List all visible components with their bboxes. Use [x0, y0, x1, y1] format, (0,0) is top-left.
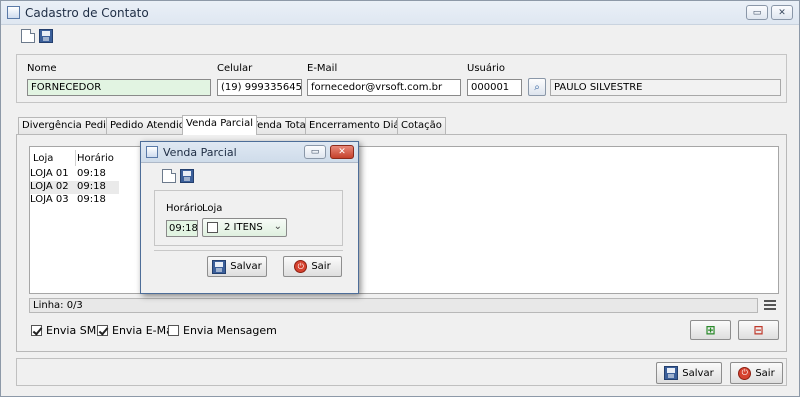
column-header-loja[interactable]: Loja [33, 153, 53, 164]
envia-sms-checkbox[interactable]: Envia SMS [31, 324, 103, 337]
remove-row-button[interactable]: ⊟ [738, 320, 779, 340]
checkbox-unchecked-icon [168, 325, 179, 336]
title-bar: Cadastro de Contato ▭ ✕ [1, 1, 799, 25]
tab-venda-parcial[interactable]: Venda Parcial [182, 115, 257, 135]
dialog-sair-label: Sair [311, 261, 331, 272]
save-icon [664, 366, 679, 380]
header-divider [75, 150, 76, 166]
close-icon: ✕ [778, 7, 786, 18]
checkbox-checked-icon [31, 325, 42, 336]
email-label: E-Mail [307, 63, 338, 74]
usuario-code-field[interactable]: 000001 [467, 79, 522, 96]
close-button[interactable]: ✕ [771, 5, 793, 20]
table-row[interactable]: LOJA 01 09:18 [30, 168, 119, 181]
close-icon: ✕ [338, 147, 346, 157]
salvar-button[interactable]: Salvar [656, 362, 722, 384]
usuario-name-field: PAULO SILVESTRE [550, 79, 781, 96]
table-row[interactable]: LOJA 02 09:18 [30, 181, 119, 194]
window-title: Cadastro de Contato [25, 6, 149, 20]
venda-parcial-dialog: Venda Parcial ▭ ✕ Horário Loja 09:18 2 I… [140, 141, 359, 294]
dialog-title-bar: Venda Parcial ▭ ✕ [141, 142, 358, 163]
checkbox-checked-icon [97, 325, 108, 336]
save-icon[interactable] [180, 169, 194, 183]
celular-label: Celular [217, 63, 253, 74]
dialog-close-button[interactable]: ✕ [330, 145, 354, 159]
app-icon [7, 6, 20, 19]
menu-icon[interactable] [764, 300, 776, 311]
loja-dropdown[interactable]: 2 ITENS ⌄ [202, 218, 287, 237]
loja-label: Loja [202, 203, 223, 214]
cell-horario: 09:18 [77, 181, 106, 192]
usuario-label: Usuário [467, 63, 506, 74]
user-search-button[interactable]: ⌕ [528, 78, 546, 96]
remove-document-icon: ⊟ [753, 323, 764, 337]
cell-horario: 09:18 [77, 194, 106, 205]
tab-cotacao[interactable]: Cotação [397, 117, 446, 134]
cell-loja: LOJA 02 [30, 181, 69, 192]
nome-label: Nome [27, 63, 57, 74]
new-document-icon[interactable] [162, 169, 176, 183]
checkbox-unchecked-icon [207, 222, 218, 233]
envia-mensagem-label: Envia Mensagem [183, 324, 277, 337]
exit-icon: ⏻ [294, 260, 308, 273]
main-window: Cadastro de Contato ▭ ✕ Nome FORNECEDOR … [0, 0, 800, 397]
envia-mensagem-checkbox[interactable]: Envia Mensagem [168, 324, 277, 337]
new-document-icon[interactable] [21, 29, 35, 43]
cell-loja: LOJA 01 [30, 168, 69, 179]
horario-label: Horário [166, 203, 203, 214]
horario-field[interactable]: 09:18 [166, 220, 198, 237]
dialog-sair-button[interactable]: ⏻ Sair [283, 256, 342, 277]
nome-field[interactable]: FORNECEDOR [27, 79, 211, 96]
search-icon: ⌕ [534, 81, 540, 93]
save-icon[interactable] [39, 29, 53, 43]
add-row-button[interactable]: ⊞ [690, 320, 731, 340]
dialog-restore-button[interactable]: ▭ [304, 145, 326, 159]
column-header-horario[interactable]: Horário [77, 153, 114, 164]
sair-label: Sair [755, 367, 775, 379]
row-counter: Linha: 0/3 [29, 298, 758, 313]
sair-button[interactable]: ⏻ Sair [730, 362, 783, 384]
exit-icon: ⏻ [738, 366, 752, 380]
restore-icon: ▭ [310, 147, 320, 157]
dialog-salvar-label: Salvar [230, 261, 262, 272]
cell-horario: 09:18 [77, 168, 106, 179]
dialog-title: Venda Parcial [163, 146, 237, 159]
email-field[interactable]: fornecedor@vrsoft.com.br [307, 79, 461, 96]
salvar-label: Salvar [682, 367, 714, 379]
cell-loja: LOJA 03 [30, 194, 69, 205]
dialog-divider [154, 250, 343, 251]
restore-button[interactable]: ▭ [746, 5, 768, 20]
dialog-salvar-button[interactable]: Salvar [207, 256, 267, 277]
envia-email-checkbox[interactable]: Envia E-Mail [97, 324, 179, 337]
loja-dropdown-value: 2 ITENS [224, 222, 263, 233]
envia-sms-label: Envia SMS [46, 324, 104, 337]
restore-icon: ▭ [752, 7, 762, 18]
dialog-app-icon [146, 146, 158, 158]
add-document-icon: ⊞ [705, 323, 716, 337]
celular-field[interactable]: (19) 999335645 [217, 79, 302, 96]
save-icon [212, 259, 227, 274]
table-row[interactable]: LOJA 03 09:18 [30, 194, 119, 207]
chevron-down-icon: ⌄ [273, 221, 282, 232]
